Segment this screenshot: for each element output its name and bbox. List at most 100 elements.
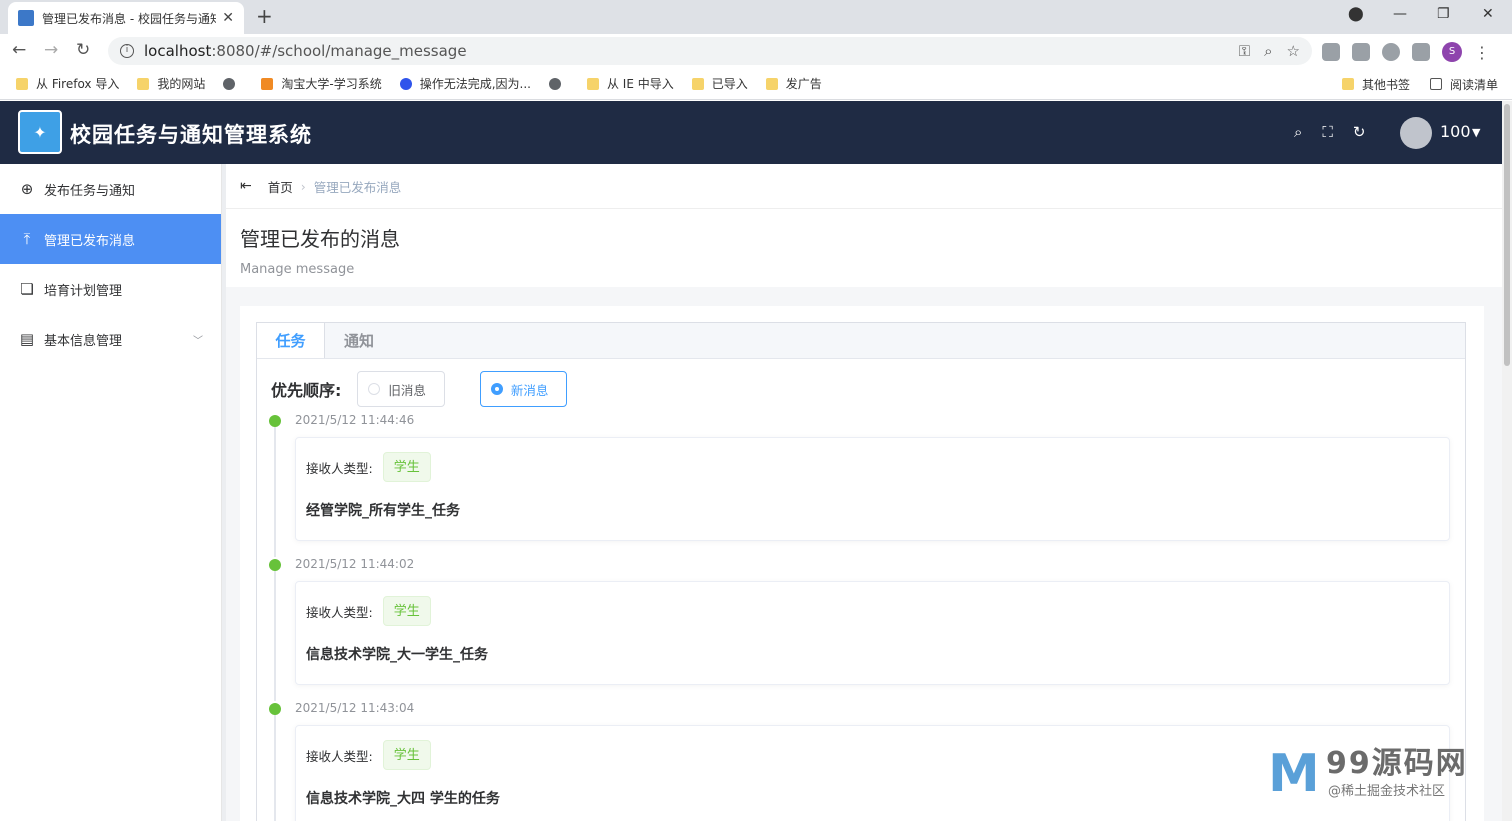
caret-down-icon[interactable]: ▼ xyxy=(1472,126,1480,139)
reload-icon[interactable]: ↻ xyxy=(76,40,90,60)
bookmark-item[interactable]: 淘宝大学-学习系统 xyxy=(261,75,382,92)
search-icon[interactable]: ⌕ xyxy=(1294,123,1302,141)
watermark-logo-icon: M xyxy=(1268,744,1320,804)
sidebar-item-publish[interactable]: ⊕ 发布任务与通知 xyxy=(0,164,221,214)
reading-list[interactable]: 阅读清单 xyxy=(1429,76,1498,93)
message-time: 2021/5/12 11:44:02 xyxy=(295,557,415,571)
message-content: 信息技术学院_大四 学生的任务 xyxy=(306,791,500,807)
browser-tab[interactable]: 管理已发布消息 - 校园任务与通知 ✕ xyxy=(8,2,244,34)
plus-circle-icon: ⊕ xyxy=(20,180,34,198)
scrollbar-thumb[interactable] xyxy=(1504,104,1510,366)
forward-icon[interactable]: → xyxy=(44,40,58,60)
key-icon[interactable]: ⚿ xyxy=(1239,42,1250,60)
message-card[interactable]: 接收人类型: 学生 信息技术学院_大一学生_任务 xyxy=(295,581,1450,685)
more-icon[interactable]: ⋮ xyxy=(1474,43,1490,62)
bookmark-item[interactable] xyxy=(548,77,569,90)
radio-old-messages[interactable]: 旧消息 xyxy=(357,371,445,407)
breadcrumb-current: 管理已发布消息 xyxy=(313,179,402,195)
tab-title: 管理已发布消息 - 校园任务与通知 xyxy=(42,11,217,26)
recipient-label: 接收人类型: xyxy=(306,604,373,620)
back-icon[interactable]: ← xyxy=(12,40,26,60)
menu-fold-icon[interactable]: ⇤ xyxy=(240,178,252,194)
w-extension-icon[interactable] xyxy=(1382,43,1400,61)
timeline-dot-icon xyxy=(269,703,281,715)
document-icon: ▤ xyxy=(19,330,35,348)
fullscreen-icon[interactable]: ⛶ xyxy=(1322,123,1333,141)
profile-avatar[interactable]: S xyxy=(1442,42,1462,62)
sidebar-item-basic-info[interactable]: ▤ 基本信息管理 ﹀ xyxy=(0,314,221,364)
timeline-item: 2021/5/12 11:44:02 接收人类型: 学生 信息技术学院_大一学生_… xyxy=(269,557,1454,701)
info-icon[interactable]: i xyxy=(120,44,134,58)
bookmark-item[interactable]: 从 Firefox 导入 xyxy=(16,75,119,92)
taobao-icon xyxy=(261,77,274,90)
recipient-tag: 学生 xyxy=(382,596,431,626)
star-icon[interactable]: ☆ xyxy=(1287,42,1300,60)
message-time: 2021/5/12 11:44:46 xyxy=(295,413,415,427)
new-tab-icon[interactable]: + xyxy=(256,4,273,28)
order-selector: 优先顺序: 旧消息 新消息 xyxy=(271,371,602,407)
page-title: 管理已发布的消息 xyxy=(240,227,400,251)
reading-list-icon xyxy=(1429,78,1442,90)
other-bookmarks[interactable]: 其他书签 xyxy=(1341,76,1410,93)
bookmarks-bar: 从 Firefox 导入 我的网站 淘宝大学-学习系统 操作无法完成,因为...… xyxy=(0,68,1512,100)
window-close-icon[interactable]: ✕ xyxy=(1482,6,1494,22)
zoom-icon[interactable]: ⌕ xyxy=(1264,42,1272,60)
timeline-line xyxy=(274,569,276,701)
user-name[interactable]: 100 xyxy=(1440,122,1471,141)
puzzle-icon[interactable] xyxy=(1412,43,1430,61)
radio-icon xyxy=(368,383,381,395)
chevron-down-icon: ﹀ xyxy=(193,335,203,347)
bookmark-item[interactable]: 已导入 xyxy=(691,75,748,92)
bookmark-item[interactable]: 操作无法完成,因为... xyxy=(399,75,531,92)
timeline-dot-icon xyxy=(269,559,281,571)
timeline-item: 2021/5/12 11:44:46 接收人类型: 学生 经管学院_所有学生_任务 xyxy=(269,413,1454,557)
book-icon: ❏ xyxy=(20,280,34,298)
recipient-label: 接收人类型: xyxy=(306,460,373,476)
page-subtitle: Manage message xyxy=(240,262,355,277)
message-card[interactable]: 接收人类型: 学生 经管学院_所有学生_任务 xyxy=(295,437,1450,541)
maximize-icon[interactable]: ❐ xyxy=(1437,6,1450,22)
baidu-icon xyxy=(399,77,412,90)
folder-icon xyxy=(137,77,150,90)
tab-tasks[interactable]: 任务 xyxy=(257,323,325,358)
radio-new-messages[interactable]: 新消息 xyxy=(479,371,568,407)
main-content: ⇤ 首页 › 管理已发布消息 管理已发布的消息 Manage message 任… xyxy=(226,164,1502,821)
sidebar-item-manage-messages[interactable]: ⤒ 管理已发布消息 xyxy=(0,214,221,264)
timeline-dot-icon xyxy=(269,415,281,427)
message-content: 信息技术学院_大一学生_任务 xyxy=(306,647,488,663)
folder-icon xyxy=(1341,78,1354,90)
bookmark-item[interactable]: 从 IE 中导入 xyxy=(586,75,674,92)
browser-toolbar: ← → ↻ i localhost:8080/#/school/manage_m… xyxy=(0,34,1512,68)
close-icon[interactable]: ✕ xyxy=(222,10,234,26)
refresh-icon[interactable]: ↻ xyxy=(1353,123,1366,141)
camera-icon[interactable] xyxy=(1352,43,1370,61)
watermark-sub: @稀土掘金技术社区 xyxy=(1328,784,1446,799)
recipient-label: 接收人类型: xyxy=(306,748,373,764)
user-avatar[interactable] xyxy=(1400,117,1432,149)
globe-icon xyxy=(548,77,561,90)
tab-notices[interactable]: 通知 xyxy=(325,323,393,358)
order-label: 优先顺序: xyxy=(271,381,342,400)
recipient-tag: 学生 xyxy=(382,740,431,770)
upload-icon: ⤒ xyxy=(23,230,31,248)
breadcrumb-home[interactable]: 首页 xyxy=(268,177,293,196)
bookmark-item[interactable]: 发广告 xyxy=(765,75,822,92)
watermark: M 99源码网 @稀土掘金技术社区 xyxy=(1268,734,1498,804)
sidebar-item-label: 管理已发布消息 xyxy=(44,233,136,249)
minimize-icon[interactable]: — xyxy=(1393,6,1407,22)
globe-icon xyxy=(223,77,236,90)
sidebar-item-label: 基本信息管理 xyxy=(44,333,123,349)
sidebar-item-training-plan[interactable]: ❏ 培育计划管理 xyxy=(0,264,221,314)
message-time: 2021/5/12 11:43:04 xyxy=(295,701,415,715)
breadcrumb: ⇤ 首页 › 管理已发布消息 xyxy=(226,164,1502,209)
bookmark-item[interactable]: 我的网站 xyxy=(137,75,205,92)
sidebar: ⊕ 发布任务与通知 ⤒ 管理已发布消息 ❏ 培育计划管理 ▤ 基本信息管理 ﹀ xyxy=(0,164,222,821)
extension-icon[interactable] xyxy=(1322,43,1340,61)
sidebar-item-label: 培育计划管理 xyxy=(44,283,123,299)
timeline-line xyxy=(274,425,276,557)
profile-dropdown-icon[interactable]: ⬤ xyxy=(1348,6,1364,22)
address-bar[interactable]: i localhost:8080/#/school/manage_message… xyxy=(108,37,1312,65)
bookmark-item[interactable] xyxy=(223,77,243,90)
folder-icon xyxy=(765,77,778,90)
folder-icon xyxy=(16,77,28,90)
